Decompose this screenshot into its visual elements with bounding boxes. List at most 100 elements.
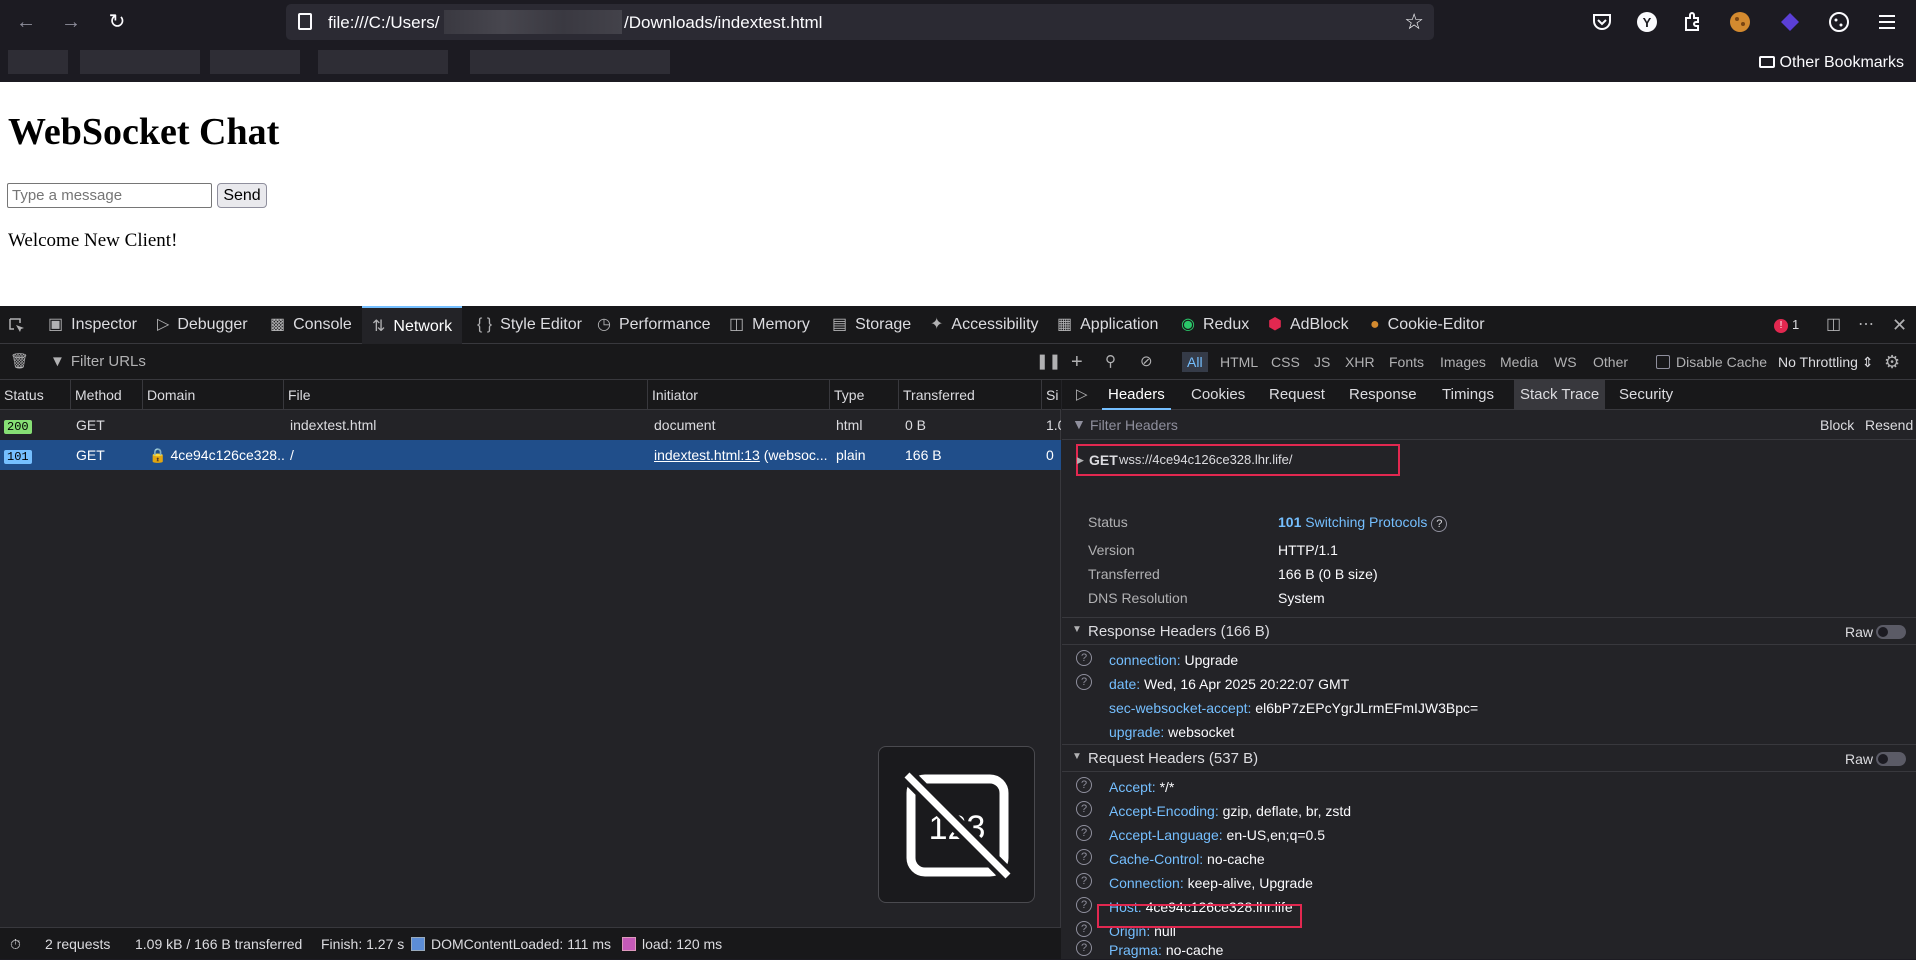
filter-js[interactable]: JS	[1309, 352, 1335, 372]
other-bookmarks[interactable]: Other Bookmarks	[1758, 54, 1904, 72]
col-domain[interactable]: Domain	[143, 380, 284, 410]
tab-network[interactable]: ⇅ Network	[362, 306, 463, 344]
raw-toggle[interactable]	[1876, 625, 1906, 639]
help-icon[interactable]: ?	[1076, 825, 1092, 841]
tab-request[interactable]: Request	[1263, 380, 1331, 410]
tab-application[interactable]: ▦ Application	[1057, 306, 1158, 344]
filter-html[interactable]: HTML	[1215, 352, 1263, 372]
console-icon: ▩	[270, 316, 286, 333]
col-transferred[interactable]: Transferred	[899, 380, 1042, 410]
filter-fonts[interactable]: Fonts	[1384, 352, 1429, 372]
redacted-bookmark	[80, 50, 200, 74]
table-row[interactable]: 101 GET 🔒 4ce94c126ce328... / indextest.h…	[0, 440, 1061, 470]
filter-all[interactable]: All	[1182, 352, 1208, 372]
send-button[interactable]: Send	[217, 183, 267, 208]
pick-element-icon[interactable]	[8, 317, 26, 335]
help-icon[interactable]: ?	[1076, 674, 1092, 690]
cookie-editor-icon[interactable]	[1827, 10, 1851, 34]
tab-security[interactable]: Security	[1613, 380, 1679, 410]
svg-text:Y: Y	[1643, 15, 1652, 30]
help-icon[interactable]: ?	[1431, 516, 1448, 532]
header-row: ? Accept-Encoding: gzip, deflate, br, zst…	[1062, 799, 1916, 823]
back-icon[interactable]: ←	[14, 10, 38, 34]
extensions-icon[interactable]	[1680, 10, 1704, 34]
block-button[interactable]: Block	[1820, 417, 1854, 433]
response-headers-section[interactable]: ▼ Response Headers (166 B) Raw	[1062, 617, 1916, 645]
tab-style-editor[interactable]: { } Style Editor	[477, 306, 582, 344]
table-row[interactable]: 200 GET indextest.html document html 0 B…	[0, 410, 1061, 440]
request-headers-section[interactable]: ▼ Request Headers (537 B) Raw	[1062, 744, 1916, 772]
error-count[interactable]: ! 1	[1774, 306, 1799, 344]
devtools-panel: ▣ Inspector ▷ Debugger ▩ Console ⇅ Network {…	[0, 306, 1916, 959]
col-file[interactable]: File	[284, 380, 648, 410]
initiator-link[interactable]: indextest.html:13	[654, 447, 760, 463]
cookie-extension-icon[interactable]	[1728, 10, 1752, 34]
tab-cookie-editor[interactable]: ● Cookie-Editor	[1370, 306, 1485, 344]
filter-headers-input[interactable]: ▼ Filter Headers Block Resend	[1062, 410, 1916, 440]
menu-icon[interactable]	[1875, 10, 1899, 34]
bookmarks-bar: Other Bookmarks	[0, 44, 1916, 82]
tab-headers[interactable]: Headers	[1102, 380, 1171, 410]
help-icon[interactable]: ?	[1076, 777, 1092, 793]
help-icon[interactable]: ?	[1076, 849, 1092, 865]
yandex-icon[interactable]: Y	[1635, 10, 1659, 34]
col-initiator[interactable]: Initiator	[648, 380, 830, 410]
col-type[interactable]: Type	[830, 380, 899, 410]
tab-inspector[interactable]: ▣ Inspector	[48, 306, 137, 344]
tab-timings[interactable]: Timings	[1436, 380, 1500, 410]
help-icon[interactable]: ?	[1076, 650, 1092, 666]
bookmark-star-icon[interactable]: ☆	[1404, 9, 1424, 35]
trash-icon[interactable]: 🗑	[10, 344, 29, 380]
redux-extension-icon[interactable]	[1778, 10, 1802, 34]
reload-icon[interactable]: ↻	[105, 10, 129, 34]
filter-images[interactable]: Images	[1435, 352, 1491, 372]
filter-css[interactable]: CSS	[1266, 352, 1305, 372]
resend-button[interactable]: Resend	[1865, 417, 1913, 433]
tab-performance[interactable]: ◷ Performance	[597, 306, 711, 344]
dock-icon[interactable]: ◫	[1826, 306, 1841, 344]
message-input[interactable]	[7, 183, 212, 208]
forward-icon[interactable]: →	[59, 10, 83, 34]
help-icon[interactable]: ?	[1076, 897, 1092, 913]
more-options-icon[interactable]: ⋯	[1858, 306, 1874, 344]
tab-console[interactable]: ▩ Console	[270, 306, 352, 344]
search-icon[interactable]: ⚲	[1105, 344, 1116, 380]
tab-storage[interactable]: ▤ Storage	[832, 306, 911, 344]
storage-icon: ▤	[832, 316, 848, 333]
tab-redux[interactable]: ◉ Redux	[1181, 306, 1249, 344]
add-icon[interactable]: +	[1071, 344, 1083, 380]
toggle-sidebar-icon[interactable]: ▷	[1070, 380, 1094, 410]
filter-other[interactable]: Other	[1588, 352, 1633, 372]
col-status[interactable]: Status	[0, 380, 71, 410]
throttling-select[interactable]: No Throttling ⇕	[1778, 344, 1874, 380]
header-row: ? date: Wed, 16 Apr 2025 20:22:07 GMT	[1062, 672, 1916, 696]
help-icon[interactable]: ?	[1076, 873, 1092, 889]
filter-media[interactable]: Media	[1495, 352, 1543, 372]
tab-accessibility[interactable]: ✦ Accessibility	[930, 306, 1039, 344]
help-icon[interactable]: ?	[1076, 921, 1092, 937]
col-method[interactable]: Method	[71, 380, 143, 410]
help-icon[interactable]: ?	[1076, 940, 1092, 956]
help-icon[interactable]: ?	[1076, 801, 1092, 817]
filter-ws[interactable]: WS	[1549, 352, 1582, 372]
tab-cookies[interactable]: Cookies	[1185, 380, 1251, 410]
tab-stack-trace[interactable]: Stack Trace	[1514, 380, 1606, 410]
filter-xhr[interactable]: XHR	[1340, 352, 1380, 372]
tab-debugger[interactable]: ▷ Debugger	[157, 306, 248, 344]
pause-icon[interactable]: ❚❚	[1036, 344, 1061, 380]
col-size[interactable]: Si	[1042, 380, 1061, 410]
header-row: ? Pragma: no-cache	[1062, 938, 1916, 959]
close-icon[interactable]: ✕	[1892, 306, 1907, 344]
filter-urls-input[interactable]: ▼ Filter URLs	[50, 344, 1020, 380]
block-icon[interactable]: ⊘	[1140, 344, 1153, 380]
tab-adblock[interactable]: ⬢ AdBlock	[1268, 306, 1349, 344]
tab-memory[interactable]: ◫ Memory	[729, 306, 810, 344]
expand-icon[interactable]: ▶	[1077, 455, 1084, 466]
disable-cache-checkbox[interactable]: Disable Cache	[1656, 344, 1767, 380]
pocket-icon[interactable]	[1590, 10, 1614, 34]
url-suffix: /Downloads/indextest.html	[624, 13, 823, 32]
raw-toggle[interactable]	[1876, 752, 1906, 766]
settings-gear-icon[interactable]: ⚙	[1884, 344, 1900, 380]
url-bar[interactable]: file:///C:/Users/ /Downloads/indextest.h…	[286, 4, 1434, 40]
tab-response[interactable]: Response	[1343, 380, 1423, 410]
